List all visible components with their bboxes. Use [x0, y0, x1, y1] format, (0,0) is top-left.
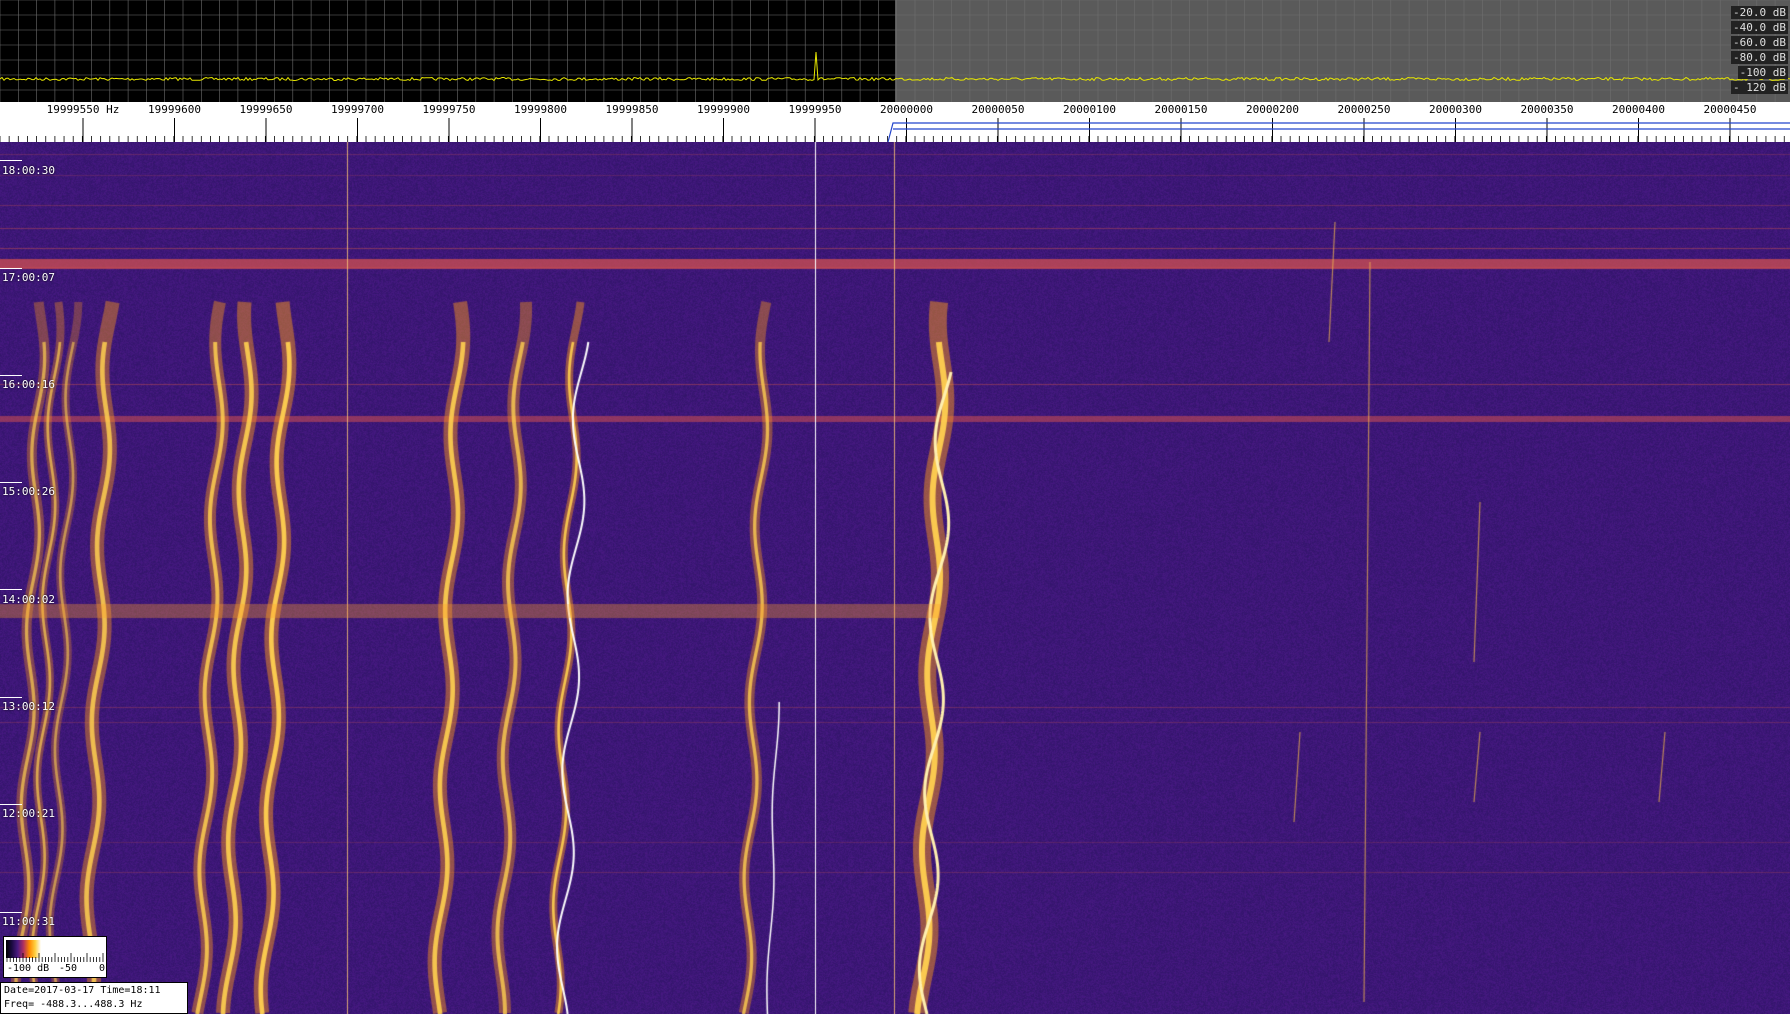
freq-tick-label: 19999950	[788, 103, 842, 116]
db-label: -80.0 dB	[1731, 51, 1788, 64]
time-tick	[0, 697, 22, 698]
frequency-ruler[interactable]: 19999550 Hz 19999600 19999650 19999700 19999…	[0, 102, 1790, 143]
time-tick	[0, 804, 22, 805]
time-label: 12:00:21	[2, 807, 55, 820]
time-label: 18:00:30	[2, 164, 55, 177]
colorbar-ticks	[6, 953, 104, 962]
freq-tick-label: 19999650	[239, 103, 293, 116]
freq-tick-label: 20000250	[1337, 103, 1391, 116]
freq-tick-label: 20000200	[1246, 103, 1299, 116]
freq-tick-label: 19999600	[148, 103, 201, 116]
time-label: 13:00:12	[2, 700, 55, 713]
colorbar-legend: -100 dB -50 0	[3, 936, 107, 978]
freq-tick-label: 19999800	[514, 103, 567, 116]
time-tick	[0, 375, 22, 376]
date-time-text: Date=2017-03-17 Time=18:11	[4, 985, 161, 996]
freq-tick-label: 20000150	[1154, 103, 1208, 116]
freq-tick-label: 19999700	[331, 103, 384, 116]
time-label: 16:00:16	[2, 378, 55, 391]
freq-tick-label: 19999900	[697, 103, 750, 116]
time-label: 17:00:07	[2, 271, 55, 284]
colorbar-label-max: 0	[99, 963, 106, 974]
waterfall-display[interactable]: 18:00:30 17:00:07 16:00:16 15:00:26 14:0…	[0, 142, 1790, 1014]
freq-tick-label: 19999750	[422, 103, 476, 116]
db-label: -60.0 dB	[1731, 36, 1788, 49]
freq-tick-label: 20000300	[1429, 103, 1482, 116]
db-label: -20.0 dB	[1731, 6, 1788, 19]
freq-tick-label: 20000000	[880, 103, 933, 116]
spectrum-plot	[0, 0, 1790, 102]
time-tick	[0, 589, 22, 590]
db-label: -40.0 dB	[1731, 21, 1788, 34]
time-tick	[0, 912, 22, 913]
time-label: 14:00:02	[2, 593, 55, 606]
time-tick	[0, 268, 22, 269]
passband-marker	[887, 122, 1790, 142]
freq-tick-label: 20000450	[1703, 103, 1757, 116]
db-label: - 120 dB	[1731, 81, 1788, 94]
time-label: 15:00:26	[2, 485, 55, 498]
colorbar-label-mid: -50	[59, 963, 78, 974]
colorbar-label-min: -100 dB	[7, 963, 50, 974]
waterfall-canvas[interactable]	[0, 142, 1790, 1014]
freq-tick-label: 20000050	[971, 103, 1025, 116]
freq-tick-label: 19999850	[605, 103, 659, 116]
time-tick	[0, 482, 22, 483]
time-tick	[0, 160, 22, 161]
freq-tick-label: 19999550 Hz	[46, 103, 120, 116]
db-label: -100 dB	[1737, 66, 1788, 79]
info-panel: Date=2017-03-17 Time=18:11 Freq= -488.3.…	[0, 982, 188, 1014]
freq-tick-label: 20000350	[1520, 103, 1574, 116]
freq-range-text: Freq= -488.3...488.3 Hz	[4, 999, 143, 1010]
freq-tick-label: 20000100	[1063, 103, 1116, 116]
freq-tick-label: 20000400	[1612, 103, 1665, 116]
spectrum-panel[interactable]: -20.0 dB -40.0 dB -60.0 dB -80.0 dB -100…	[0, 0, 1790, 102]
time-label: 11:00:31	[2, 915, 55, 928]
